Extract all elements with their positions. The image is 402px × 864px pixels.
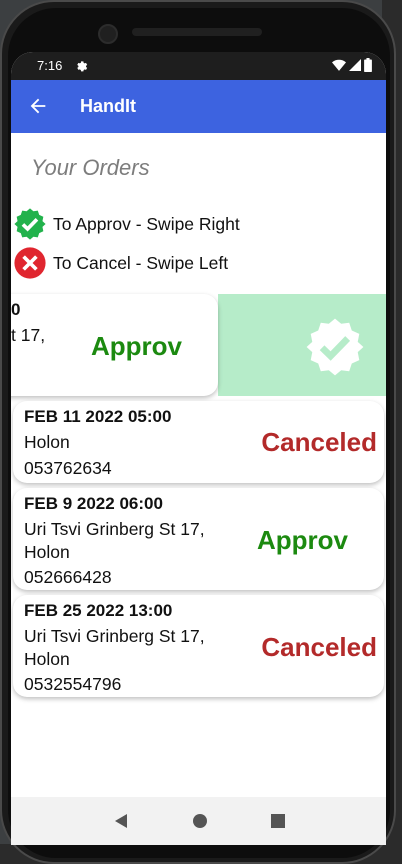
order-address: Uri Tsvi Grinberg St 17, [24,626,205,646]
order-status: Canceled [261,427,377,457]
nav-back-icon[interactable] [113,813,129,829]
order-date: FEB 11 2022 05:00 [24,407,172,426]
orders-content[interactable]: Your Orders To Approv - Swipe Right To C… [11,133,386,797]
page-title: Your Orders [31,155,150,180]
order-phone: 0532554796 [24,674,122,694]
legend-cancel-text: To Cancel - Swipe Left [53,252,229,273]
order-card[interactable]: FEB 11 2022 05:00 Holon 053762634 Cancel… [13,401,384,483]
camera [98,24,118,44]
order-address: Uri Tsvi Grinberg St 17, [24,519,205,539]
order-status: Approv [91,331,182,361]
legend-approve: To Approv - Swipe Right [13,207,240,241]
order-phone: 053762634 [24,458,112,478]
order-status: Canceled [261,632,377,662]
status-bar: 7:16 [11,52,386,80]
order-address: t 17, [11,325,46,345]
order-card[interactable]: FEB 25 2022 13:00 Uri Tsvi Grinberg St 1… [13,595,384,697]
order-city: Holon [24,432,70,452]
legend-approve-text: To Approv - Swipe Right [53,213,240,234]
order-status: Approv [257,525,348,555]
app-title: HandIt [80,96,136,116]
order-city: Holon [24,542,70,562]
speaker [132,28,262,36]
verified-check-icon [14,208,46,240]
order-phone: 052666428 [24,567,112,587]
arrow-left-icon[interactable] [27,95,49,117]
order-city: Holon [24,649,70,669]
order-date: FEB 9 2022 06:00 [24,494,163,513]
nav-recents-icon[interactable] [270,814,285,828]
legend-cancel: To Cancel - Swipe Left [13,246,228,280]
status-time: 7:16 [37,58,63,73]
app-bar: HandIt [11,80,386,133]
order-card-swiping[interactable]: 0 t 17, Approv [11,294,218,396]
cancel-x-icon [14,247,46,279]
system-nav-bar [11,797,386,845]
battery-icon [364,58,372,72]
nav-home-icon[interactable] [192,813,208,829]
signal-icon [349,59,361,71]
order-date: 0 [11,300,21,319]
status-icons [332,58,372,72]
wifi-icon [332,59,346,71]
order-card[interactable]: FEB 9 2022 06:00 Uri Tsvi Grinberg St 17… [13,488,384,590]
order-date: FEB 25 2022 13:00 [24,601,173,620]
phone-frame: 7:16 HandIt Your Orders To Approv - Swip… [0,0,396,864]
verified-check-icon [306,318,364,376]
screen: 7:16 HandIt Your Orders To Approv - Swip… [11,52,386,845]
gear-icon [77,61,88,72]
